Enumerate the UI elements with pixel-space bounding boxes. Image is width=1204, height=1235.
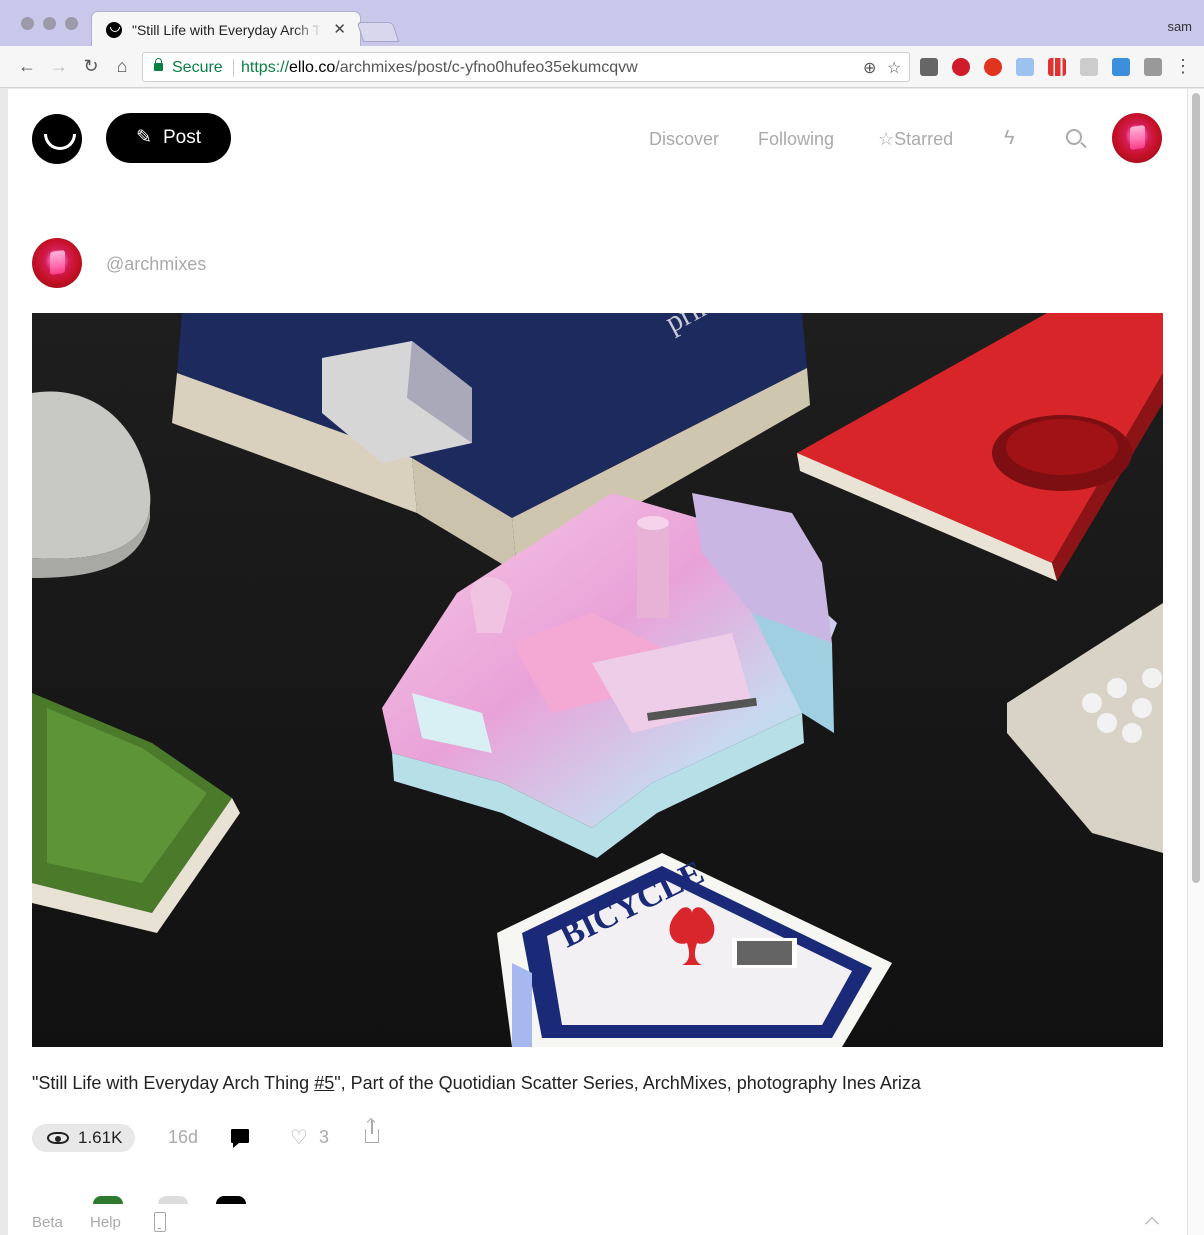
url-host: ello.co <box>289 59 336 76</box>
caption-text-end: ", Part of the Quotidian Scatter Series,… <box>334 1073 921 1093</box>
page-footer: Beta Help <box>8 1205 1187 1235</box>
post-image[interactable]: princeton Arch <box>32 313 1163 1047</box>
address-divider <box>233 59 234 77</box>
lightning-icon[interactable]: ϟ <box>1004 127 1015 150</box>
nav-following[interactable]: Following <box>758 129 834 150</box>
back-icon[interactable]: ← <box>16 55 38 77</box>
url-protocol: https:// <box>241 59 290 76</box>
post-button[interactable]: ✎ Post <box>106 113 231 163</box>
post-button-label: Post <box>163 127 202 148</box>
address-bar[interactable]: Secure https://ello.co/archmixes/post/c-… <box>142 52 910 82</box>
hashtag-link[interactable]: #5 <box>314 1073 334 1093</box>
drive-icon[interactable] <box>1080 58 1098 76</box>
post-caption: "Still Life with Everyday Arch Thing #5"… <box>32 1073 921 1094</box>
menu-kebab-icon[interactable]: ⋮ <box>1172 55 1194 77</box>
new-tab-button[interactable] <box>356 22 400 42</box>
browser-titlebar: "Still Life with Everyday Arch Thing #5"… <box>0 0 1204 46</box>
browser-toolbar: ← → ↻ ⌂ Secure https://ello.co/archmixes… <box>0 46 1204 88</box>
share-icon[interactable] <box>365 1120 379 1143</box>
caption-text-start: "Still Life with Everyday Arch Thing <box>32 1073 315 1093</box>
user-avatar[interactable] <box>1112 113 1162 163</box>
scrollbar-thumb[interactable] <box>1192 93 1200 883</box>
camera-icon[interactable] <box>1144 58 1162 76</box>
nav-starred[interactable]: ☆Starred <box>878 129 953 150</box>
likes-count: 3 <box>319 1127 330 1147</box>
footer-help[interactable]: Help <box>90 1214 121 1231</box>
commenter-avatar-peek <box>158 1196 188 1204</box>
extension-arrow-icon[interactable] <box>1112 58 1130 76</box>
pencil-icon: ✎ <box>136 127 152 148</box>
views-badge[interactable]: 1.61K <box>32 1124 135 1152</box>
tab-title: "Still Life with Everyday Arch Thing #5" <box>132 22 322 38</box>
nav-starred-label: Starred <box>894 129 954 149</box>
browser-tab[interactable]: "Still Life with Everyday Arch Thing #5"… <box>92 12 360 46</box>
opera-icon[interactable] <box>984 58 1002 76</box>
page-scrollbar[interactable] <box>1187 89 1204 1235</box>
footer-beta[interactable]: Beta <box>32 1214 63 1231</box>
post-age[interactable]: 16d <box>168 1127 198 1148</box>
comment-icon[interactable] <box>231 1129 249 1148</box>
secure-label: Secure <box>172 59 223 76</box>
url-text[interactable]: https://ello.co/archmixes/post/c-yfno0hu… <box>241 59 638 77</box>
extension-t-icon[interactable] <box>920 58 938 76</box>
views-count: 1.61K <box>78 1128 123 1147</box>
nav-discover[interactable]: Discover <box>649 129 719 150</box>
zoom-icon[interactable]: ⊕ <box>863 58 876 78</box>
minimize-window-icon[interactable] <box>43 17 56 30</box>
commenter-avatar-peek <box>93 1196 123 1204</box>
close-window-icon[interactable] <box>21 17 34 30</box>
chevron-up-icon[interactable] <box>1144 1216 1160 1232</box>
ello-favicon-icon <box>106 22 122 38</box>
eye-icon <box>47 1132 69 1144</box>
author-username[interactable]: @archmixes <box>106 254 206 275</box>
ello-logo-icon[interactable] <box>32 114 82 164</box>
profile-name[interactable]: sam <box>1167 19 1192 34</box>
page-content: ✎ Post Discover Following ☆Starred ϟ @ar… <box>8 89 1187 1235</box>
tab-close-icon[interactable]: ✕ <box>333 20 346 38</box>
forward-icon[interactable]: → <box>48 55 70 77</box>
url-path: /archmixes/post/c-yfno0hufeo35ekumcqvw <box>335 59 638 76</box>
docs-icon[interactable] <box>1016 58 1034 76</box>
phone-icon[interactable] <box>154 1212 166 1232</box>
heart-icon[interactable]: ♡ <box>290 1125 308 1150</box>
bookmark-star-icon[interactable]: ☆ <box>887 58 901 78</box>
lock-icon <box>154 58 163 71</box>
extension-bars-icon[interactable] <box>1048 58 1066 76</box>
author-avatar[interactable] <box>32 238 82 288</box>
star-icon: ☆ <box>878 129 895 149</box>
search-icon[interactable] <box>1066 129 1082 145</box>
home-icon[interactable]: ⌂ <box>111 55 133 77</box>
commenter-avatar-peek <box>216 1196 246 1204</box>
photo-illustration: princeton Arch <box>32 313 1163 1047</box>
reload-icon[interactable]: ↻ <box>80 55 102 77</box>
pinterest-icon[interactable] <box>952 58 970 76</box>
zoom-window-icon[interactable] <box>65 17 78 30</box>
